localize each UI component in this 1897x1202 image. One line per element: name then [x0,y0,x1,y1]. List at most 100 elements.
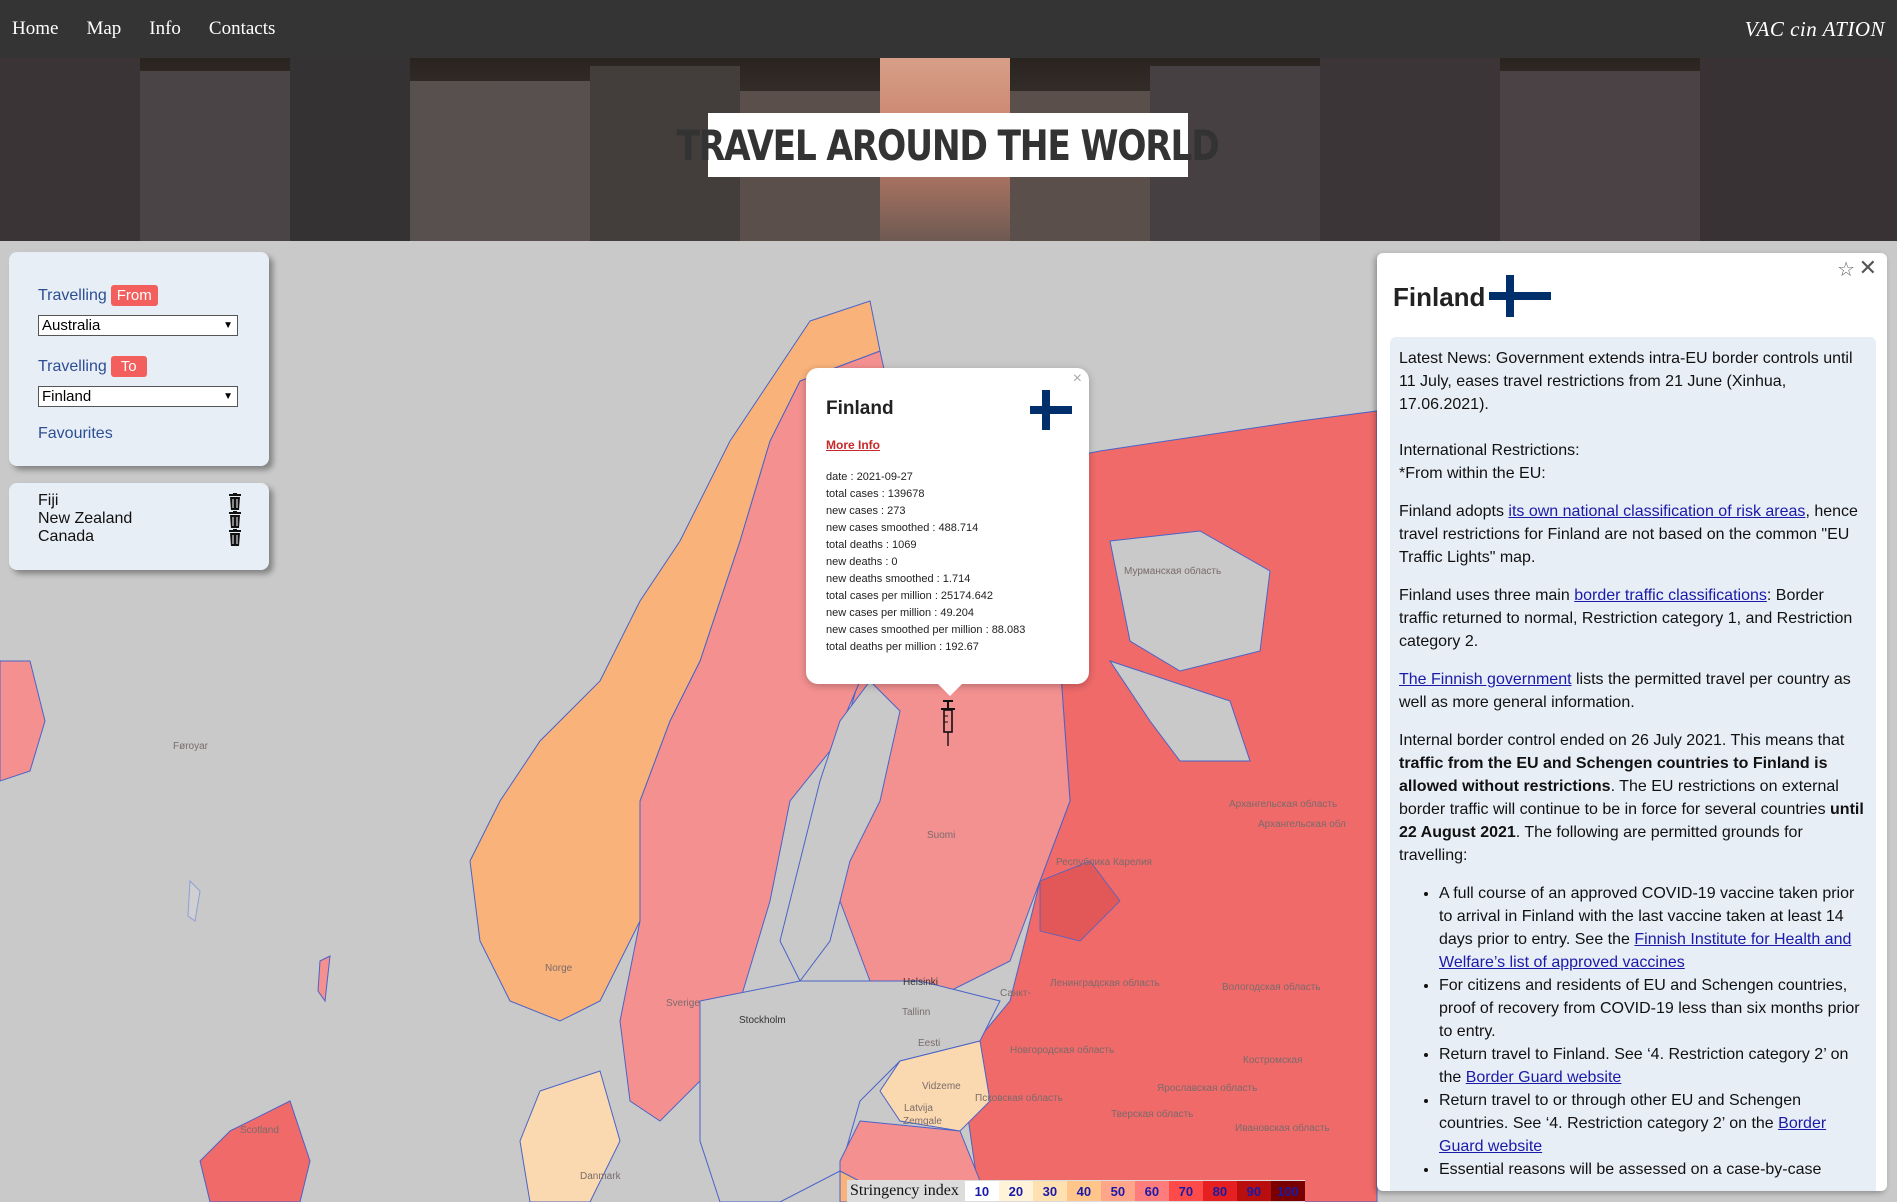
label-murmansk: Мурманская область [1124,566,1222,577]
building-left-4 [410,81,590,241]
label-arkhangelsk1: Архангельская область [1229,799,1338,810]
popup-close-button[interactable]: × [1073,370,1082,388]
building-right-5 [1700,58,1897,241]
hero-banner: TRAVEL AROUND THE WORLD [0,58,1897,241]
paragraph-border-traffic: Finland uses three main border traffic c… [1399,584,1867,653]
building-left-1 [0,58,140,241]
list-item: Essential reasons will be assessed on a … [1439,1158,1867,1181]
stat-line: new cases smoothed per million : 88.083 [826,624,1026,636]
from-country-value: Australia [42,317,101,334]
favourites-panel: Fiji New Zealand Canada [9,483,269,570]
nav-info[interactable]: Info [149,18,181,40]
stat-line: total cases : 139678 [826,488,925,500]
label-scotland: Scotland [240,1125,279,1136]
to-country-select[interactable]: Finland ▼ [38,386,238,407]
travelling-from-text: Travelling [38,287,107,304]
region-scotland[interactable] [199,1100,311,1202]
label-zemgale: Zemgale [903,1116,942,1127]
label-danmark: Danmark [580,1171,621,1182]
legend-title: Stringency index [850,1182,959,1199]
stat-line: new cases per million : 49.204 [826,607,974,619]
info-body: Latest News: Government extends intra-EU… [1390,337,1876,1191]
text: Internal border control ended on 26 July… [1399,732,1845,749]
info-title: Finland [1393,282,1486,312]
eu-heading: *From within the EU: [1399,465,1546,482]
latest-news: Latest News: Government extends intra-EU… [1399,350,1853,413]
from-country-select[interactable]: Australia ▼ [38,315,238,336]
favourite-item[interactable]: New Zealand [38,510,132,528]
trash-icon[interactable] [228,529,242,546]
trash-icon[interactable] [228,511,242,528]
favourite-item[interactable]: Canada [38,528,94,546]
label-sverige: Sverige [666,998,700,1009]
legend-cell: 60 [1134,1181,1169,1201]
stat-line: total cases per million : 25174.642 [826,590,993,602]
region-iceland[interactable] [0,660,46,782]
close-icon[interactable]: ✕ [1859,255,1877,281]
legend-cell: 50 [1100,1181,1135,1201]
favourites-link[interactable]: Favourites [38,425,113,443]
label-latvija: Latvija [904,1103,933,1114]
list-item: Return travel to Finland. See ‘4. Restri… [1439,1043,1867,1089]
paragraph-internal-border: Internal border control ended on 26 July… [1399,729,1867,867]
to-badge: To [110,356,147,377]
stat-line: new cases : 273 [826,505,906,517]
legend-cell: 40 [1066,1181,1101,1201]
stat-line: new cases smoothed : 488.714 [826,522,979,534]
legend-cell: 20 [998,1181,1033,1201]
legend-cell: 80 [1202,1181,1237,1201]
finland-flag-icon [1030,390,1072,430]
label-pskov: Псковская область [975,1093,1063,1104]
building-right-3 [1320,58,1500,241]
label-vidzeme: Vidzeme [922,1081,961,1092]
border-guard-link[interactable]: Border Guard website [1466,1069,1622,1086]
nav-contacts[interactable]: Contacts [209,18,276,40]
border-traffic-link[interactable]: border traffic classifications [1574,587,1767,604]
trash-icon[interactable] [228,493,242,510]
legend-cell: 70 [1168,1181,1203,1201]
legend-cell: 10 [964,1181,999,1201]
hero-title: TRAVEL AROUND THE WORLD [676,120,1220,170]
label-novgorod: Новгородская область [1010,1045,1115,1056]
region-denmark[interactable] [519,1070,621,1202]
to-country-value: Finland [42,388,92,405]
label-suomi: Suomi [927,830,956,841]
nav-home[interactable]: Home [12,18,58,40]
text: Finland adopts [1399,503,1509,520]
list-item: Return travel to or through other EU and… [1439,1089,1867,1158]
building-left-3 [290,58,410,241]
travelling-from-label: Travelling From [38,285,158,306]
stat-line: new deaths smoothed : 1.714 [826,573,971,585]
legend-cell: 90 [1236,1181,1271,1201]
label-arkhangelsk2: Архангельская обл [1258,819,1346,830]
favourite-item[interactable]: Fiji [38,492,58,510]
permitted-grounds-list: A full course of an approved COVID-19 va… [1439,882,1867,1181]
risk-areas-link[interactable]: its own national classification of risk … [1508,503,1805,520]
region-faroe[interactable] [187,879,201,922]
text: Return travel to or through other EU and… [1439,1092,1801,1132]
more-info-link[interactable]: More Info [826,438,880,452]
stringency-legend: Stringency index 10 20 30 40 50 60 70 80… [847,1180,1305,1202]
top-navbar: Home Map Info Contacts VAC cin ATION [0,0,1897,58]
label-spb: Санкт- [1000,988,1031,999]
label-yaroslavl: Ярославская область [1157,1083,1258,1094]
label-faroe: Føroyar [173,741,208,752]
text: Finland uses three main [1399,587,1575,604]
label-norge: Norge [545,963,573,974]
label-karelia: Республика Карелия [1056,857,1152,868]
brand-logo[interactable]: VAC cin ATION [1745,17,1885,42]
country-info-panel: ☆ ✕ Finland Latest News: Government exte… [1377,253,1887,1191]
label-stockholm: Stockholm [739,1015,786,1026]
syringe-marker-icon[interactable] [940,700,956,746]
region-shetland[interactable] [317,955,331,1003]
nav-map[interactable]: Map [86,18,121,40]
label-kostroma: Костромская [1243,1055,1303,1066]
star-icon[interactable]: ☆ [1837,257,1855,282]
building-right-4 [1500,71,1700,241]
stat-line: total deaths : 1069 [826,539,917,551]
travel-panel: Travelling From Australia ▼ Travelling To … [9,252,269,466]
stat-line: date : 2021-09-27 [826,471,913,483]
travelling-to-text: Travelling [38,358,107,375]
legend-cell: 100 [1270,1181,1305,1201]
finnish-government-link[interactable]: The Finnish government [1399,671,1572,688]
